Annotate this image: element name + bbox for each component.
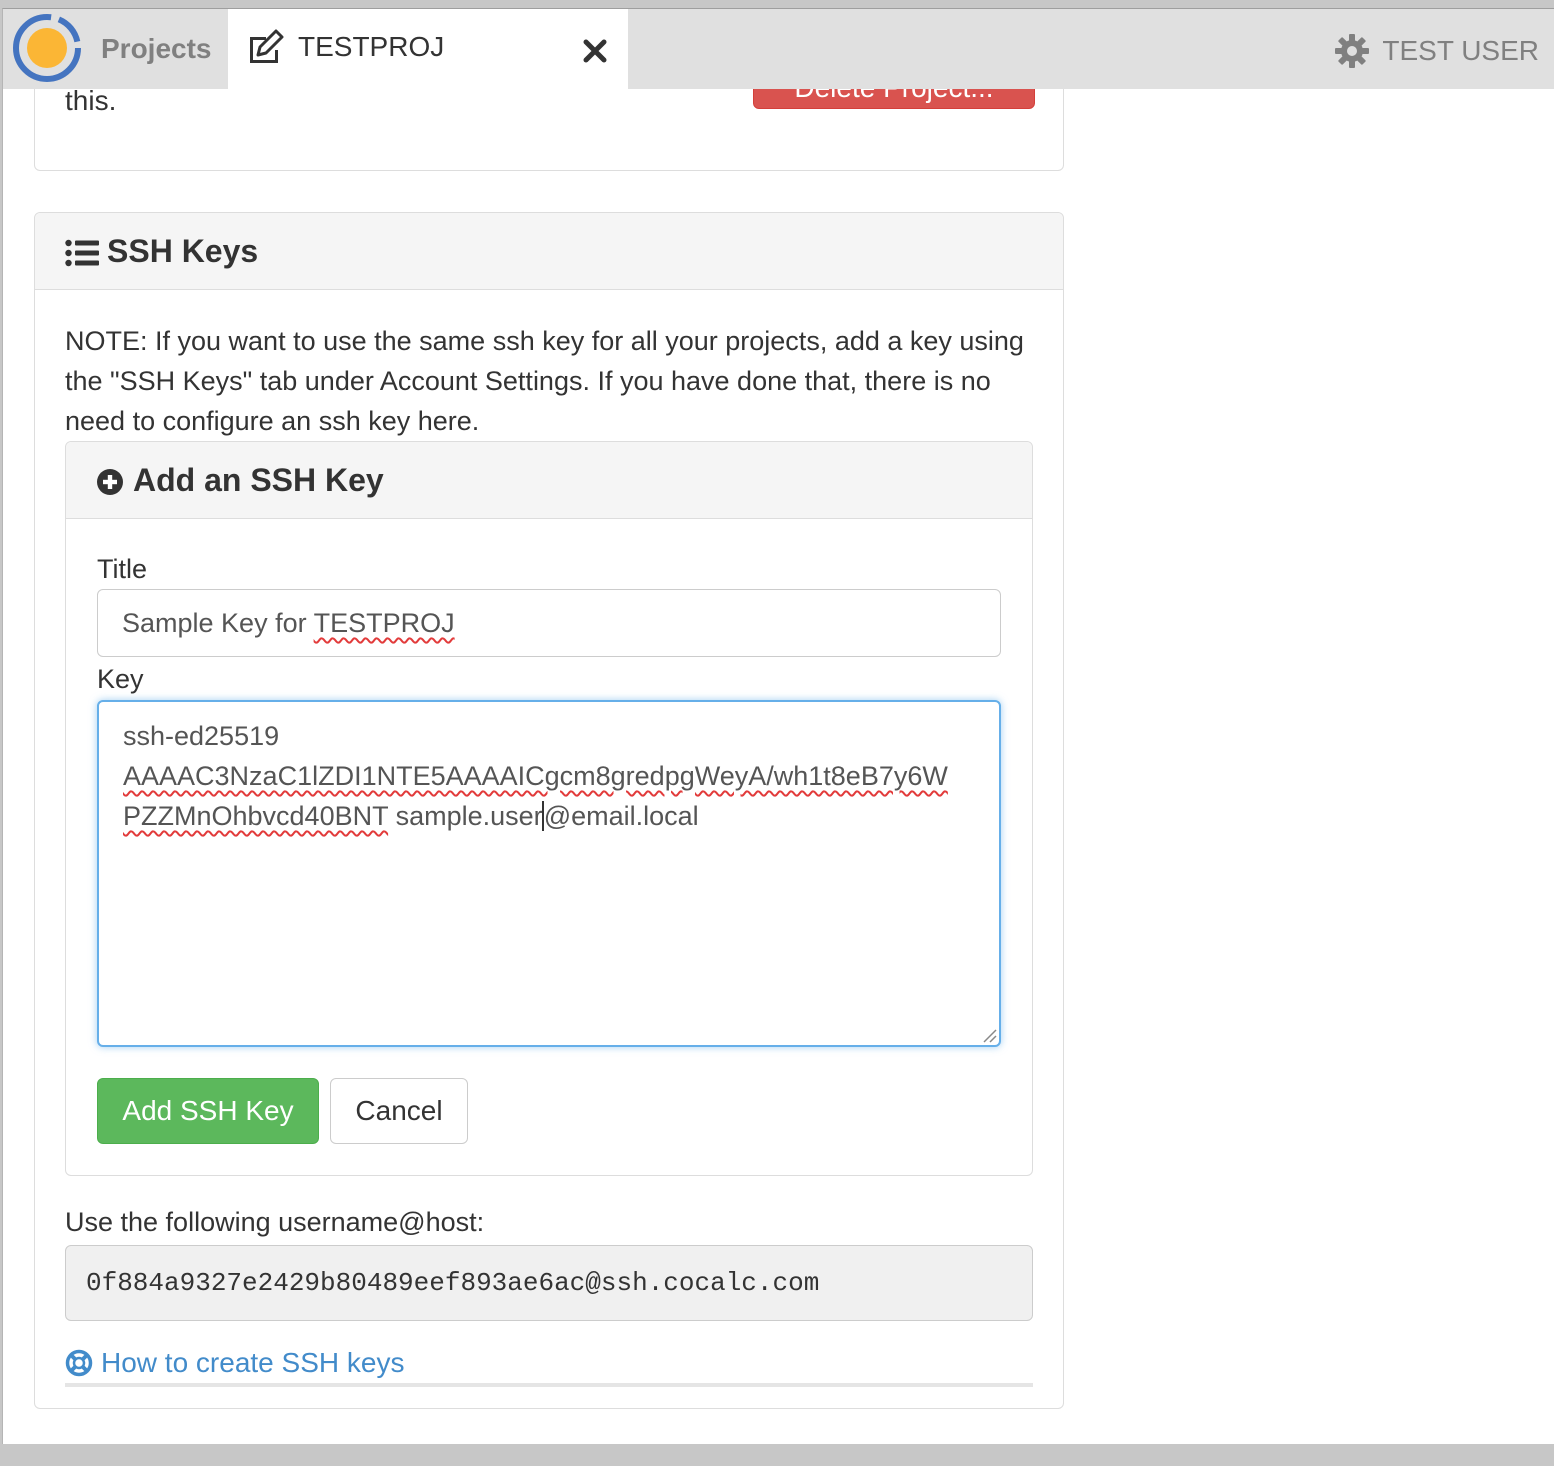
top-nav-bar: Projects TESTPROJ TEST USER	[3, 9, 1554, 89]
ssh-keys-title: SSH Keys	[107, 233, 259, 269]
add-ssh-key-panel: Add an SSH Key Title Sample Key for TEST…	[65, 441, 1033, 1176]
project-tab-testproj[interactable]: TESTPROJ	[228, 9, 628, 89]
account-menu[interactable]: TEST USER	[1334, 31, 1539, 71]
plus-circle-icon	[97, 469, 123, 495]
title-input[interactable]: Sample Key for TESTPROJ	[97, 589, 1001, 657]
project-tab-label: TESTPROJ	[298, 31, 445, 62]
projects-tab[interactable]: Projects	[87, 9, 227, 89]
life-ring-icon	[65, 1349, 93, 1377]
add-ssh-key-button[interactable]: Add SSH Key	[97, 1078, 319, 1144]
key-line-3: PZZMnOhbvcd40BNT sample.user@email.local	[123, 801, 699, 831]
add-ssh-key-title: Add an SSH Key	[133, 462, 384, 498]
title-input-value-misspelled: TESTPROJ	[313, 608, 455, 638]
title-input-value-prefix: Sample Key for	[122, 608, 314, 638]
project-settings-content: this. Delete Project... SSH Keys NOTE: I…	[3, 9, 1554, 1444]
close-icon[interactable]	[583, 39, 607, 63]
cocalc-logo-icon[interactable]	[11, 12, 83, 84]
resize-handle-icon[interactable]	[981, 1027, 997, 1043]
title-label: Title	[97, 554, 148, 584]
account-label: TEST USER	[1382, 35, 1539, 66]
key-line-2: AAAAC3NzaC1lZDI1NTE5AAAAICgcm8gredpgWeyA…	[123, 761, 948, 791]
key-label: Key	[97, 664, 144, 694]
add-ssh-key-heading: Add an SSH Key	[66, 442, 1032, 519]
key-textarea[interactable]: ssh-ed25519 AAAAC3NzaC1lZDI1NTE5AAAAICgc…	[97, 700, 1001, 1047]
key-line-1: ssh-ed25519	[123, 721, 280, 751]
username-host-value[interactable]: 0f884a9327e2429b80489eef893ae6ac@ssh.coc…	[65, 1245, 1033, 1321]
ssh-keys-panel: SSH Keys NOTE: If you want to use the sa…	[34, 212, 1064, 1409]
divider	[65, 1383, 1033, 1387]
how-to-create-ssh-keys-link[interactable]: How to create SSH keys	[65, 1345, 404, 1381]
how-to-create-ssh-keys-label: How to create SSH keys	[101, 1347, 405, 1378]
key-line-3-misspelled: PZZMnOhbvcd40BNT	[123, 801, 389, 831]
edit-icon	[250, 29, 284, 63]
username-host-label: Use the following username@host:	[65, 1207, 485, 1237]
list-icon	[65, 239, 99, 267]
gear-icon	[1335, 34, 1370, 68]
cancel-button[interactable]: Cancel	[330, 1078, 468, 1144]
text-caret	[541, 801, 544, 831]
ssh-note-text: NOTE: If you want to use the same ssh ke…	[65, 326, 1024, 436]
browser-window: this. Delete Project... SSH Keys NOTE: I…	[2, 8, 1554, 1444]
delete-project-description: this.	[65, 85, 117, 116]
ssh-keys-heading: SSH Keys	[35, 213, 1063, 290]
projects-tab-label: Projects	[101, 33, 212, 64]
